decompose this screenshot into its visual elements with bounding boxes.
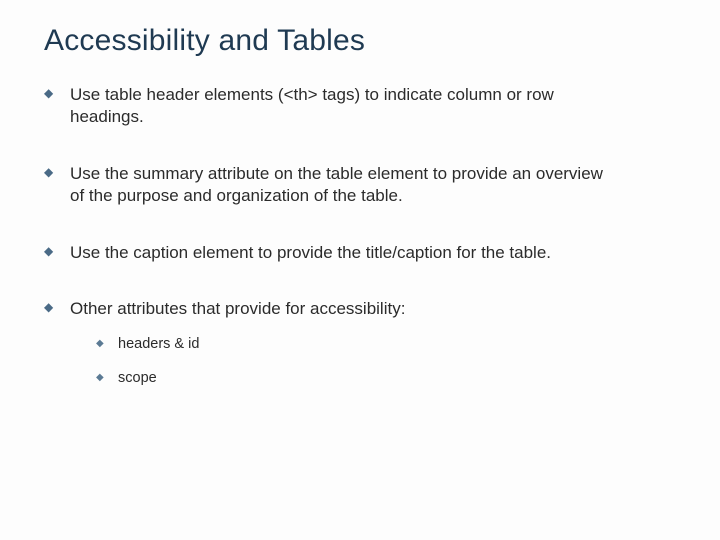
sub-bullet-item: headers & id xyxy=(96,335,604,354)
bullet-text: Use table header elements (<th> tags) to… xyxy=(70,85,554,126)
bullet-list: Use table header elements (<th> tags) to… xyxy=(44,84,676,388)
bullet-item: Use the summary attribute on the table e… xyxy=(44,163,604,208)
sub-bullet-text: headers & id xyxy=(118,336,199,352)
sub-bullet-item: scope xyxy=(96,369,604,388)
bullet-text: Use the caption element to provide the t… xyxy=(70,243,551,262)
bullet-item: Other attributes that provide for access… xyxy=(44,298,604,388)
sub-bullet-list: headers & id scope xyxy=(70,335,604,389)
bullet-text: Other attributes that provide for access… xyxy=(70,299,405,318)
bullet-text: Use the summary attribute on the table e… xyxy=(70,164,603,205)
sub-bullet-text: scope xyxy=(118,370,157,386)
bullet-item: Use the caption element to provide the t… xyxy=(44,242,604,264)
slide-title: Accessibility and Tables xyxy=(44,24,676,58)
bullet-item: Use table header elements (<th> tags) to… xyxy=(44,84,604,129)
